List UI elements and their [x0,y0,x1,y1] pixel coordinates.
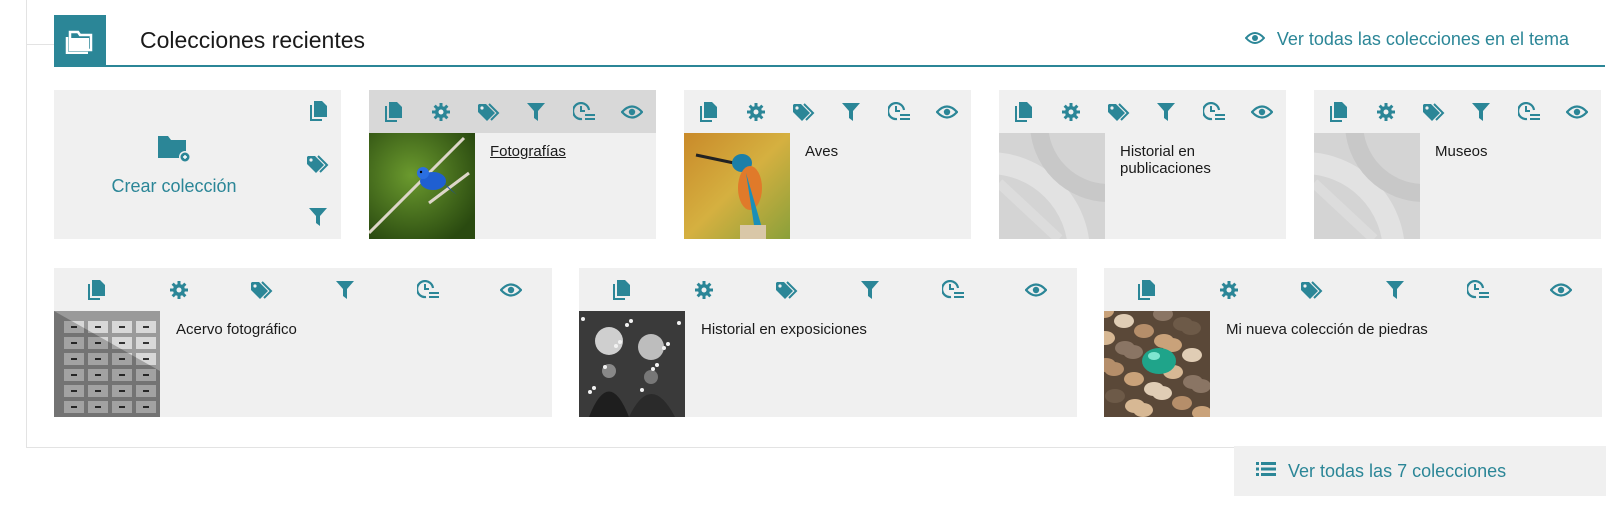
collection-card: Museos [1314,90,1601,239]
collection-title[interactable]: Historial en exposiciones [701,321,1067,338]
page-title: Colecciones recientes [140,27,366,53]
filter-icon[interactable] [859,279,881,301]
card-toolbar [579,268,1077,311]
collection-thumbnail[interactable] [1314,133,1420,239]
clock-list-icon[interactable] [1466,279,1489,301]
gear-icon[interactable] [1060,101,1082,123]
tag-icon[interactable] [775,279,798,301]
filter-icon[interactable] [1384,279,1406,301]
clock-list-icon[interactable] [941,279,964,301]
copy-icon[interactable] [610,279,632,301]
gear-icon[interactable] [1218,279,1240,301]
filter-icon[interactable] [840,101,862,123]
collection-title[interactable]: Fotografías [490,143,646,160]
eye-icon [1244,29,1266,50]
collection-card: Acervo fotográfico [54,268,552,417]
tag-icon[interactable] [1300,279,1323,301]
eye-icon[interactable] [1566,101,1589,123]
clock-list-icon[interactable] [1203,101,1226,123]
card-toolbar [1104,268,1602,311]
divider [27,44,55,45]
copy-icon[interactable] [1012,101,1034,123]
collection-title[interactable]: Museos [1435,143,1591,160]
eye-icon[interactable] [1251,101,1274,123]
copy-icon[interactable] [1327,101,1349,123]
card-toolbar [684,90,971,133]
filter-icon[interactable] [525,101,547,123]
filter-icon[interactable] [1155,101,1177,123]
collection-card: Fotografías [369,90,656,239]
card-toolbar [1314,90,1601,133]
copy-icon[interactable] [382,101,404,123]
collection-title[interactable]: Historial en publicaciones [1120,143,1276,177]
collection-thumbnail[interactable] [369,133,475,239]
view-all-collections-label: Ver todas las 7 colecciones [1288,460,1507,481]
collection-thumbnail[interactable] [54,311,160,417]
tag-icon[interactable] [307,153,329,175]
tag-icon[interactable] [1422,101,1445,123]
clock-list-icon[interactable] [1518,101,1541,123]
collection-card: Mi nueva colección de piedras [1104,268,1602,417]
card-toolbar [369,90,656,133]
collection-card: Aves [684,90,971,239]
collection-title[interactable]: Mi nueva colección de piedras [1226,321,1592,338]
eye-icon[interactable] [1549,279,1572,301]
folder-plus-icon [156,133,192,168]
gear-icon[interactable] [745,101,767,123]
collection-card: Historial en exposiciones [579,268,1077,417]
filter-icon[interactable] [334,279,356,301]
create-side-actions [307,100,329,228]
filter-icon[interactable] [1470,101,1492,123]
tag-icon[interactable] [250,279,273,301]
tag-icon[interactable] [792,101,815,123]
collection-title[interactable]: Aves [805,143,961,160]
section-header: Colecciones recientes Ver todas las cole… [54,15,1605,67]
view-all-theme-label: Ver todas las colecciones en el tema [1276,29,1569,49]
gear-icon[interactable] [430,101,452,123]
tag-icon[interactable] [477,101,500,123]
view-all-collections-button[interactable]: Ver todas las 7 colecciones [1234,446,1606,496]
create-collection-label: Crear colección [111,175,237,196]
eye-icon[interactable] [936,101,959,123]
view-all-theme-link[interactable]: Ver todas las colecciones en el tema [1244,29,1569,50]
gear-icon[interactable] [1375,101,1397,123]
gear-icon[interactable] [168,279,190,301]
create-collection-button[interactable]: Crear colección [54,90,294,239]
eye-icon[interactable] [621,101,644,123]
collection-card: Historial en publicaciones [999,90,1286,239]
collection-thumbnail[interactable] [579,311,685,417]
filter-icon[interactable] [307,206,329,228]
collection-thumbnail[interactable] [684,133,790,239]
clock-list-icon[interactable] [416,279,439,301]
eye-icon[interactable] [499,279,522,301]
copy-icon[interactable] [307,100,329,122]
tag-icon[interactable] [1107,101,1130,123]
clock-list-icon[interactable] [888,101,911,123]
gear-icon[interactable] [693,279,715,301]
copy-icon[interactable] [1135,279,1157,301]
card-toolbar [54,268,552,311]
clock-list-icon[interactable] [573,101,596,123]
create-collection-card: Crear colección [54,90,341,239]
copy-icon[interactable] [697,101,719,123]
list-icon [1256,461,1276,482]
eye-icon[interactable] [1024,279,1047,301]
card-toolbar [999,90,1286,133]
collection-thumbnail[interactable] [999,133,1105,239]
collection-thumbnail[interactable] [1104,311,1210,417]
folder-open-icon [54,15,106,67]
collection-title[interactable]: Acervo fotográfico [176,321,542,338]
copy-icon[interactable] [85,279,107,301]
